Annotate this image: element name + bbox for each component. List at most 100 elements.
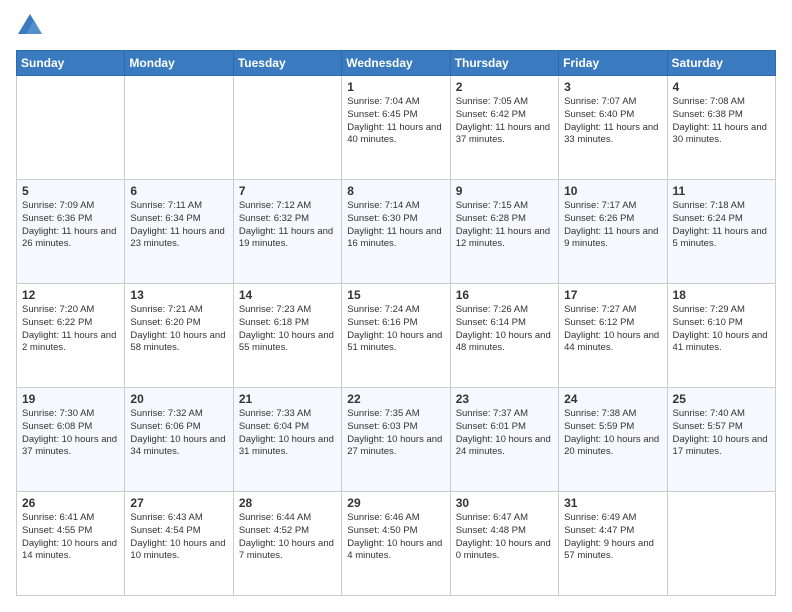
day-number: 18 [673, 288, 770, 302]
calendar-cell: 15 Sunrise: 7:24 AM Sunset: 6:16 PM Dayli… [342, 284, 450, 388]
calendar-cell: 24Sunrise: 7:38 AM Sunset: 5:59 PM Dayli… [559, 388, 667, 492]
day-number: 26 [22, 496, 119, 510]
calendar-cell [667, 492, 775, 596]
weekday-sunday: Sunday [17, 51, 125, 76]
day-info: Sunrise: 7:11 AM Sunset: 6:34 PM Dayligh… [130, 200, 227, 251]
calendar-cell: 4 Sunrise: 7:08 AM Sunset: 6:38 PM Daylig… [667, 76, 775, 180]
calendar-cell: 20 Sunrise: 7:32 AM Sunset: 6:06 PM Dayli… [125, 388, 233, 492]
calendar-cell: 14 Sunrise: 7:23 AM Sunset: 6:18 PM Dayli… [233, 284, 341, 388]
weekday-saturday: Saturday [667, 51, 775, 76]
calendar-cell: 29 Sunrise: 6:46 AM Sunset: 4:50 PM Dayli… [342, 492, 450, 596]
day-info: Sunrise: 7:33 AM Sunset: 6:04 PM Dayligh… [239, 408, 336, 459]
weekday-friday: Friday [559, 51, 667, 76]
calendar-cell [233, 76, 341, 180]
week-row-3: 19 Sunrise: 7:30 AM Sunset: 6:08 PM Dayli… [17, 388, 776, 492]
week-row-0: 1Sunrise: 7:04 AM Sunset: 6:45 PM Daylig… [17, 76, 776, 180]
day-info: Sunrise: 6:49 AM Sunset: 4:47 PM Dayligh… [564, 512, 661, 563]
day-number: 11 [673, 184, 770, 198]
weekday-tuesday: Tuesday [233, 51, 341, 76]
day-info: Sunrise: 7:40 AM Sunset: 5:57 PM Dayligh… [673, 408, 770, 459]
calendar-cell: 26 Sunrise: 6:41 AM Sunset: 4:55 PM Dayli… [17, 492, 125, 596]
logo [16, 16, 46, 40]
day-number: 14 [239, 288, 336, 302]
day-number: 8 [347, 184, 444, 198]
calendar-cell: 1Sunrise: 7:04 AM Sunset: 6:45 PM Daylig… [342, 76, 450, 180]
day-info: Sunrise: 7:15 AM Sunset: 6:28 PM Dayligh… [456, 200, 553, 251]
logo-icon [16, 12, 44, 40]
day-info: Sunrise: 7:26 AM Sunset: 6:14 PM Dayligh… [456, 304, 553, 355]
day-number: 16 [456, 288, 553, 302]
day-number: 15 [347, 288, 444, 302]
page: SundayMondayTuesdayWednesdayThursdayFrid… [0, 0, 792, 612]
day-number: 7 [239, 184, 336, 198]
calendar-cell: 6 Sunrise: 7:11 AM Sunset: 6:34 PM Daylig… [125, 180, 233, 284]
day-info: Sunrise: 7:20 AM Sunset: 6:22 PM Dayligh… [22, 304, 119, 355]
day-number: 30 [456, 496, 553, 510]
day-info: Sunrise: 7:05 AM Sunset: 6:42 PM Dayligh… [456, 96, 553, 147]
day-info: Sunrise: 7:08 AM Sunset: 6:38 PM Dayligh… [673, 96, 770, 147]
calendar-cell: 30 Sunrise: 6:47 AM Sunset: 4:48 PM Dayli… [450, 492, 558, 596]
day-info: Sunrise: 7:17 AM Sunset: 6:26 PM Dayligh… [564, 200, 661, 251]
calendar-cell: 25 Sunrise: 7:40 AM Sunset: 5:57 PM Dayli… [667, 388, 775, 492]
day-number: 21 [239, 392, 336, 406]
day-info: Sunrise: 7:24 AM Sunset: 6:16 PM Dayligh… [347, 304, 444, 355]
calendar-cell: 3Sunrise: 7:07 AM Sunset: 6:40 PM Daylig… [559, 76, 667, 180]
day-number: 1 [347, 80, 444, 94]
calendar-cell: 28 Sunrise: 6:44 AM Sunset: 4:52 PM Dayli… [233, 492, 341, 596]
day-info: Sunrise: 7:30 AM Sunset: 6:08 PM Dayligh… [22, 408, 119, 459]
day-info: Sunrise: 6:43 AM Sunset: 4:54 PM Dayligh… [130, 512, 227, 563]
calendar-cell: 11 Sunrise: 7:18 AM Sunset: 6:24 PM Dayli… [667, 180, 775, 284]
calendar-cell: 2 Sunrise: 7:05 AM Sunset: 6:42 PM Daylig… [450, 76, 558, 180]
day-info: Sunrise: 7:23 AM Sunset: 6:18 PM Dayligh… [239, 304, 336, 355]
calendar-cell: 22Sunrise: 7:35 AM Sunset: 6:03 PM Dayli… [342, 388, 450, 492]
day-number: 10 [564, 184, 661, 198]
calendar-cell: 31 Sunrise: 6:49 AM Sunset: 4:47 PM Dayli… [559, 492, 667, 596]
day-info: Sunrise: 7:21 AM Sunset: 6:20 PM Dayligh… [130, 304, 227, 355]
calendar-cell: 21 Sunrise: 7:33 AM Sunset: 6:04 PM Dayli… [233, 388, 341, 492]
calendar-cell: 13 Sunrise: 7:21 AM Sunset: 6:20 PM Dayli… [125, 284, 233, 388]
calendar-cell: 7Sunrise: 7:12 AM Sunset: 6:32 PM Daylig… [233, 180, 341, 284]
day-info: Sunrise: 6:47 AM Sunset: 4:48 PM Dayligh… [456, 512, 553, 563]
day-info: Sunrise: 6:46 AM Sunset: 4:50 PM Dayligh… [347, 512, 444, 563]
calendar-cell: 23Sunrise: 7:37 AM Sunset: 6:01 PM Dayli… [450, 388, 558, 492]
weekday-header-row: SundayMondayTuesdayWednesdayThursdayFrid… [17, 51, 776, 76]
calendar-cell: 17Sunrise: 7:27 AM Sunset: 6:12 PM Dayli… [559, 284, 667, 388]
day-number: 19 [22, 392, 119, 406]
day-number: 12 [22, 288, 119, 302]
day-info: Sunrise: 6:41 AM Sunset: 4:55 PM Dayligh… [22, 512, 119, 563]
day-number: 27 [130, 496, 227, 510]
calendar-cell: 12 Sunrise: 7:20 AM Sunset: 6:22 PM Dayli… [17, 284, 125, 388]
week-row-4: 26 Sunrise: 6:41 AM Sunset: 4:55 PM Dayli… [17, 492, 776, 596]
day-info: Sunrise: 6:44 AM Sunset: 4:52 PM Dayligh… [239, 512, 336, 563]
calendar-cell [17, 76, 125, 180]
day-number: 31 [564, 496, 661, 510]
day-number: 22 [347, 392, 444, 406]
week-row-2: 12 Sunrise: 7:20 AM Sunset: 6:22 PM Dayli… [17, 284, 776, 388]
day-number: 5 [22, 184, 119, 198]
week-row-1: 5 Sunrise: 7:09 AM Sunset: 6:36 PM Daylig… [17, 180, 776, 284]
day-number: 6 [130, 184, 227, 198]
day-number: 2 [456, 80, 553, 94]
day-info: Sunrise: 7:07 AM Sunset: 6:40 PM Dayligh… [564, 96, 661, 147]
day-info: Sunrise: 7:09 AM Sunset: 6:36 PM Dayligh… [22, 200, 119, 251]
day-info: Sunrise: 7:32 AM Sunset: 6:06 PM Dayligh… [130, 408, 227, 459]
day-info: Sunrise: 7:18 AM Sunset: 6:24 PM Dayligh… [673, 200, 770, 251]
day-number: 13 [130, 288, 227, 302]
calendar-cell: 27 Sunrise: 6:43 AM Sunset: 4:54 PM Dayli… [125, 492, 233, 596]
header [16, 16, 776, 40]
day-number: 25 [673, 392, 770, 406]
day-number: 23 [456, 392, 553, 406]
calendar-cell [125, 76, 233, 180]
calendar-table: SundayMondayTuesdayWednesdayThursdayFrid… [16, 50, 776, 596]
day-number: 9 [456, 184, 553, 198]
day-number: 24 [564, 392, 661, 406]
weekday-wednesday: Wednesday [342, 51, 450, 76]
day-number: 20 [130, 392, 227, 406]
day-number: 29 [347, 496, 444, 510]
day-number: 17 [564, 288, 661, 302]
day-info: Sunrise: 7:29 AM Sunset: 6:10 PM Dayligh… [673, 304, 770, 355]
day-number: 28 [239, 496, 336, 510]
calendar-cell: 16 Sunrise: 7:26 AM Sunset: 6:14 PM Dayli… [450, 284, 558, 388]
day-number: 4 [673, 80, 770, 94]
calendar-cell: 8Sunrise: 7:14 AM Sunset: 6:30 PM Daylig… [342, 180, 450, 284]
